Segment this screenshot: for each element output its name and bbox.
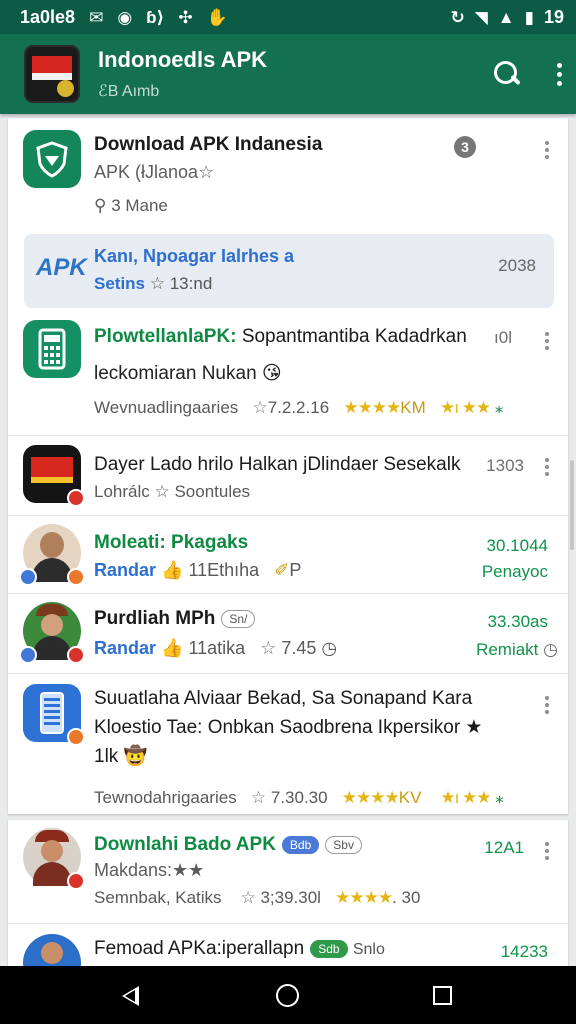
item-subtitle: Makdans:★★	[94, 860, 205, 880]
clock-icon: ◷	[321, 638, 338, 658]
phone-app-icon	[23, 684, 85, 746]
item-count: 30.1044	[486, 536, 548, 555]
thumbs-up-icon: 👍	[161, 560, 184, 580]
number-badge: 3	[454, 136, 476, 158]
rating-stars-secondary: ★ı ★★	[440, 788, 491, 807]
pencil-star-icon: ✐	[274, 560, 290, 580]
item-menu-icon[interactable]	[545, 141, 550, 159]
link-icon: ⚲	[94, 196, 112, 215]
app-logo[interactable]	[24, 45, 80, 103]
rating-stars: ★★★★	[335, 888, 393, 907]
star-icon: ☆	[240, 888, 256, 907]
battery-icon: ▮	[524, 7, 534, 27]
item-subtitle: Lohrálc ☆ Soontules	[94, 482, 251, 501]
status-bar: 1a0le8 ✉ ◉ ɓ⟩ ✣ ✋ ↻ ◥ ▲ ▮ 19	[0, 0, 576, 34]
avatar	[23, 934, 81, 966]
item-count: 33.30as	[487, 612, 549, 631]
item-downloads: ⚲ 3 Mane	[94, 196, 168, 215]
list-item[interactable]: Femoad APKa:iperallapn Sdb Snlo 14233	[8, 924, 568, 966]
promo-meta: Setins ☆ 13:nd	[94, 274, 213, 293]
battery-level: 19	[543, 6, 564, 27]
item-subtitle: leckomiaran Nukan 😘	[94, 363, 282, 384]
wifi-icon: ◥	[474, 7, 488, 27]
item-meta: Tewnodahrigaaries ☆ 7.30.30 ★★★★KV ★ı ★★…	[94, 788, 504, 807]
app-bar: Indonoedls APK ℰB Aımb	[0, 34, 576, 114]
item-meta: Wevnuadlingaaries ☆7.2.2.16 ★★★★KM ★ı ★★…	[94, 398, 504, 417]
item-subtitle: APK (łJlanoa☆	[94, 162, 215, 182]
scrollbar[interactable]	[570, 460, 574, 550]
item-menu-icon[interactable]	[545, 458, 550, 476]
list-item[interactable]: Suuatlaha Alviaar Bekad, Sa Sonapand Kar…	[8, 674, 568, 814]
rating-stars: ★★★★	[341, 788, 400, 807]
item-title: Moleati: Pkagaks	[94, 532, 249, 553]
item-status: Remiakt ◷	[476, 640, 558, 659]
avatar	[23, 828, 85, 890]
message-icon: ✉	[89, 7, 104, 27]
promo-count: 2038	[498, 256, 536, 275]
item-count: 1303	[486, 456, 524, 475]
list-item[interactable]: PlowtellanlaPK: Sopantmantiba Kadadrkan …	[8, 314, 568, 436]
app-title: Indonoedls APK	[98, 47, 268, 72]
avatar	[19, 602, 85, 664]
app-list-card-secondary: Downlahi Bado APK Bdb Sbv 12A1 Makdans:★★ …	[8, 820, 568, 966]
star-icon: ☆	[250, 788, 267, 807]
item-count: 12A1	[484, 838, 524, 857]
apk-logo: APK	[36, 254, 87, 281]
recent-apps-icon[interactable]	[433, 986, 452, 1005]
item-extra: 1lk 🤠	[94, 746, 148, 767]
search-icon[interactable]	[492, 59, 522, 89]
item-title: Downlahi Bado APK Bdb Sbv	[94, 834, 362, 856]
item-title: Download APK Indanesia	[94, 134, 323, 155]
fan-icon: ✣	[178, 7, 193, 27]
avatar	[19, 524, 85, 586]
item-subtitle: Kloestio Tae: Onbkan Saodbrena Ikpersiko…	[94, 717, 483, 738]
promo-title: Kanı, Npoagar Ialrhes a	[94, 246, 295, 266]
item-count: 14233	[500, 942, 548, 961]
back-icon[interactable]	[122, 986, 139, 1006]
item-tag: Sn/	[221, 609, 256, 628]
item-title: Purdliah MPh Sn/	[94, 608, 256, 630]
list-item[interactable]: Downlahi Bado APK Bdb Sbv 12A1 Makdans:★★ …	[8, 820, 568, 924]
star-icon: ☆	[252, 398, 268, 417]
item-menu-icon[interactable]	[545, 332, 550, 350]
status-time: 1a0le8	[20, 6, 76, 27]
list-item[interactable]: Dayer Lado hrilo Halkan jDlindaer Seseka…	[8, 436, 568, 516]
app-list-card: Download APK Indanesia APK (łJlanoa☆ ⚲ 3…	[8, 118, 568, 814]
overflow-menu-icon[interactable]	[556, 62, 562, 86]
item-tag: Sdb	[310, 939, 348, 958]
item-meta: Randar 👍 11Ethıha ✐P	[94, 560, 302, 580]
promo-banner[interactable]: APK Kanı, Npoagar Ialrhes a Setins ☆ 13:…	[24, 234, 554, 308]
opera-icon: ◉	[117, 7, 133, 27]
item-meta: Randar 👍 11atika ☆ 7.45 ◷	[94, 638, 338, 658]
rating-stars-secondary: ★ı ★★	[439, 398, 491, 417]
item-tag-secondary: Sbv	[325, 835, 362, 854]
list-item[interactable]: Moleati: Pkagaks 30.1044 Randar 👍 11Ethı…	[8, 516, 568, 594]
item-count: ı0l	[494, 328, 512, 347]
signal-icon: ▲	[497, 7, 515, 27]
navigation-bar	[0, 966, 576, 1024]
rating-stars: ★★★★	[343, 398, 401, 417]
item-status: Penayoc	[481, 562, 548, 581]
indonesia-app-icon	[23, 445, 85, 507]
item-meta: Semnbak, Katiks ☆ 3;39.30l ★★★★. 30	[94, 888, 421, 907]
item-title: Dayer Lado hrilo Halkan jDlindaer Seseka…	[94, 454, 461, 475]
list-item[interactable]: Download APK Indanesia APK (łJlanoa☆ ⚲ 3…	[8, 118, 568, 230]
item-title: PlowtellanlaPK: Sopantmantiba Kadadrkan	[94, 326, 467, 347]
item-menu-icon[interactable]	[545, 842, 550, 860]
hand-icon: ✋	[206, 7, 228, 27]
item-title: Femoad APKa:iperallapn Sdb Snlo	[94, 938, 385, 959]
item-tag: Bdb	[281, 835, 320, 854]
app-subtitle: ℰB Aımb	[98, 83, 160, 100]
star-icon: ☆	[260, 638, 277, 658]
item-title: Suuatlaha Alviaar Bekad, Sa Sonapand Kar…	[94, 688, 473, 709]
sync-icon: ↻	[450, 7, 465, 27]
list-item[interactable]: Purdliah MPh Sn/ 33.30as Randar 👍 11atika…	[8, 594, 568, 674]
calculator-app-icon	[23, 320, 81, 378]
home-icon[interactable]	[276, 984, 299, 1007]
shield-app-icon	[23, 130, 81, 188]
item-menu-icon[interactable]	[545, 696, 550, 714]
translate-icon: ɓ⟩	[146, 7, 165, 27]
thumbs-up-icon: 👍	[161, 638, 184, 658]
